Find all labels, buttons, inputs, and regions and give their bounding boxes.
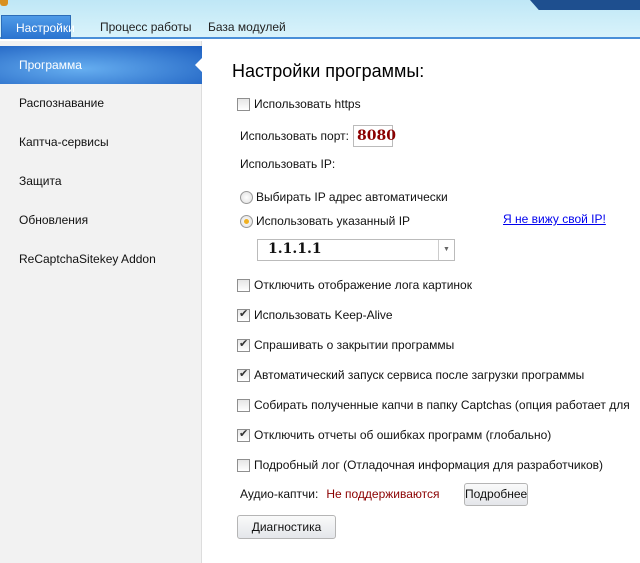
window-controls-area <box>530 0 640 10</box>
ip-help-link[interactable]: Я не вижу свой IP! <box>503 212 606 226</box>
sidebar-item-protection[interactable]: Защита <box>0 162 202 200</box>
sidebar-item-recaptcha-addon[interactable]: ReCaptchaSitekey Addon <box>0 240 202 278</box>
port-input[interactable]: 8080 <box>352 125 396 147</box>
checkbox-label: Использовать https <box>254 97 361 111</box>
sidebar-item-recognition[interactable]: Распознавание <box>0 84 202 122</box>
checkbox-icon[interactable] <box>237 337 250 352</box>
ip-value: 1.1.1.1 <box>268 241 322 257</box>
sidebar-item-program[interactable]: Программа <box>0 46 203 84</box>
app-icon <box>0 0 8 6</box>
radio-icon[interactable] <box>240 214 253 228</box>
sidebar-item-updates[interactable]: Обновления <box>0 201 202 239</box>
ip-label: Использовать IP: <box>240 157 336 171</box>
checkbox-icon[interactable] <box>237 278 250 292</box>
chevron-down-icon[interactable]: ▼ <box>438 240 454 260</box>
checkbox-label: Использовать Keep-Alive <box>254 308 393 322</box>
page-title: Настройки программы: <box>232 61 425 81</box>
checkbox-label: Спрашивать о закрытии программы <box>254 338 455 352</box>
checkbox-label: Отключить отчеты об ошибках программ (гл… <box>254 428 552 442</box>
radio-label: Использовать указанный IP <box>256 214 411 228</box>
settings-panel: Настройки программы: Использовать https … <box>203 41 640 563</box>
tab-modules[interactable]: База модулей <box>194 15 300 39</box>
radio-icon[interactable] <box>240 190 253 204</box>
checkbox-label: Автоматический запуск сервиса после загр… <box>254 368 585 382</box>
option-checkbox[interactable]: Отключить отображение лога картинок <box>237 275 472 295</box>
sidebar-item-captcha-services[interactable]: Каптча-сервисы <box>0 123 202 161</box>
checkbox-icon[interactable] <box>237 458 250 472</box>
checkbox-icon[interactable] <box>237 398 250 412</box>
radio-label: Выбирать IP адрес автоматически <box>256 190 448 204</box>
option-checkbox[interactable]: Спрашивать о закрытии программы <box>237 335 454 355</box>
sidebar: Программа Распознавание Каптча-сервисы З… <box>0 41 203 563</box>
checkbox-icon[interactable] <box>237 97 250 111</box>
checkbox-icon[interactable] <box>237 367 250 382</box>
audio-label: Аудио-каптчи: <box>240 487 319 501</box>
option-checkbox[interactable]: Использовать Keep-Alive <box>237 305 393 325</box>
checkbox-label: Подробный лог (Отладочная информация для… <box>254 458 604 472</box>
checkbox-label: Отключить отображение лога картинок <box>254 278 472 292</box>
ip-auto-radio[interactable]: Выбирать IP адрес автоматически <box>240 187 448 207</box>
option-checkbox[interactable]: Подробный лог (Отладочная информация для… <box>237 455 603 475</box>
tab-bar: Настройки Процесс работы База модулей <box>0 0 640 39</box>
tab-workflow[interactable]: Процесс работы <box>86 15 205 39</box>
checkbox-label: Собирать полученные капчи в папку Captch… <box>254 398 630 412</box>
option-checkbox[interactable]: Собирать полученные капчи в папку Captch… <box>237 395 630 415</box>
use-https-checkbox[interactable]: Использовать https <box>237 94 361 114</box>
checkbox-icon[interactable] <box>237 307 250 322</box>
option-checkbox[interactable]: Автоматический запуск сервиса после загр… <box>237 365 584 385</box>
details-button[interactable]: Подробнее <box>464 483 528 506</box>
ip-combobox[interactable]: 1.1.1.1 ▼ <box>257 239 455 261</box>
port-label: Использовать порт: <box>240 129 349 143</box>
option-checkbox[interactable]: Отключить отчеты об ошибках программ (гл… <box>237 425 551 445</box>
audio-status: Не поддерживаются <box>326 487 440 501</box>
tab-settings[interactable]: Настройки <box>1 15 75 39</box>
checkbox-icon[interactable] <box>237 427 250 442</box>
ip-manual-radio[interactable]: Использовать указанный IP <box>240 211 410 231</box>
diagnostics-button[interactable]: Диагностика <box>237 515 336 539</box>
